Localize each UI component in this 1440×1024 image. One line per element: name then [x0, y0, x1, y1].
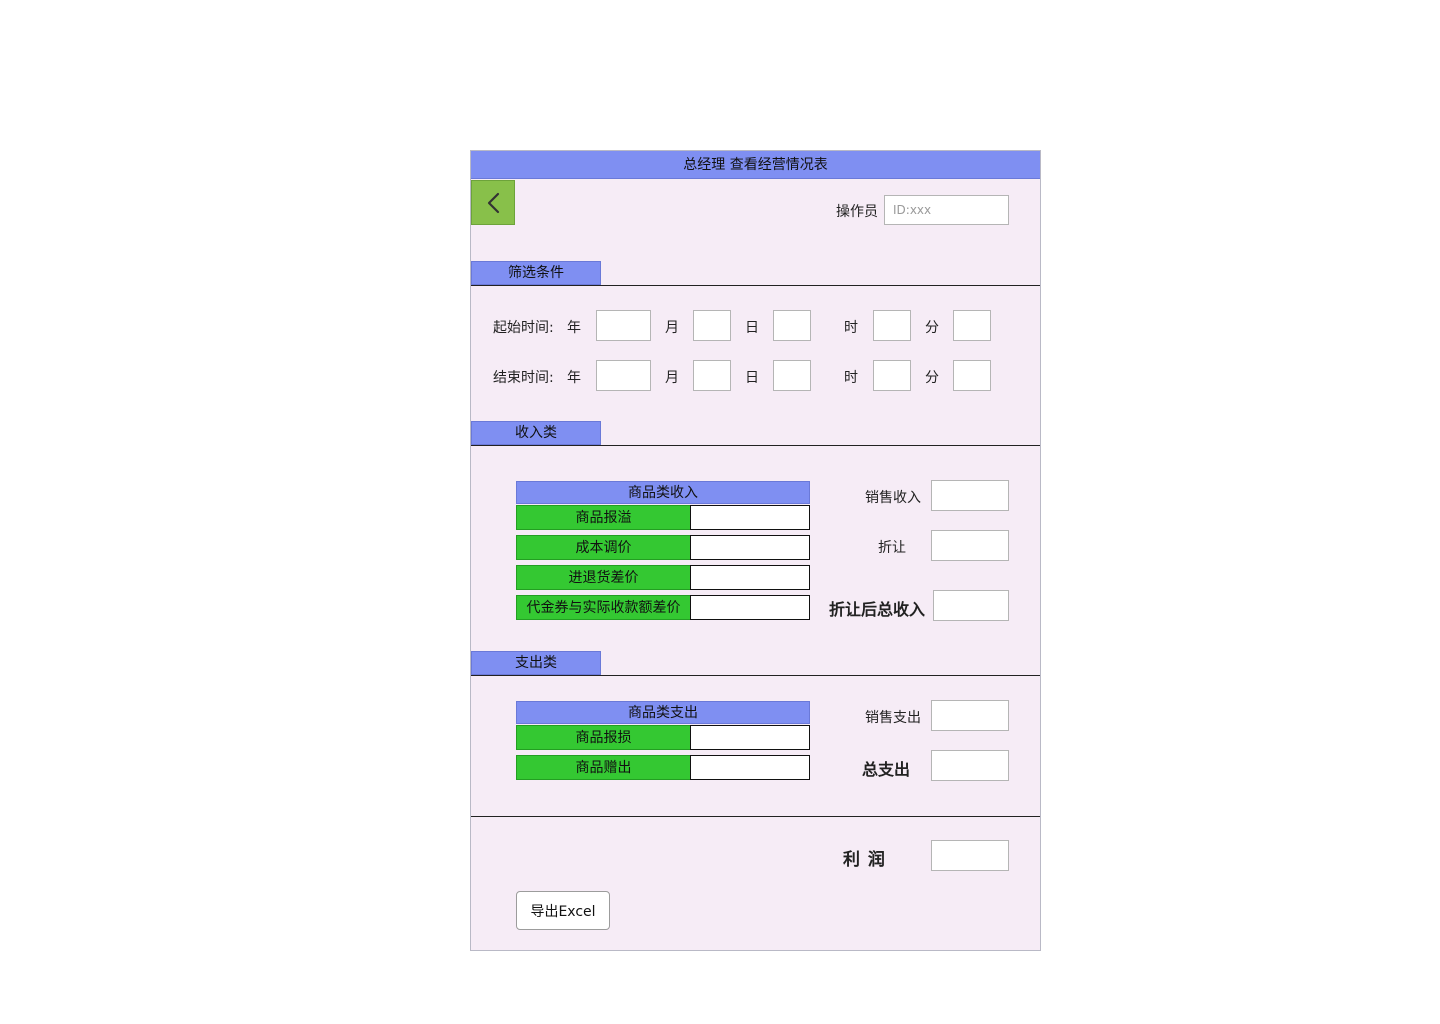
- start-time-label: 起始时间:: [493, 320, 554, 336]
- income-row-input-overflow[interactable]: [690, 505, 810, 530]
- end-minute-input[interactable]: [953, 360, 991, 391]
- end-month-input[interactable]: [693, 360, 731, 391]
- expense-row-label: 商品报损: [516, 725, 691, 750]
- expense-group-header: 商品类支出: [516, 701, 810, 724]
- profit-divider: [471, 816, 1040, 817]
- start-year-unit: 年: [567, 320, 581, 336]
- discount-label: 折让: [878, 540, 906, 556]
- end-year-unit: 年: [567, 370, 581, 386]
- start-minute-input[interactable]: [953, 310, 991, 341]
- total-after-discount-label: 折让后总收入: [829, 600, 926, 619]
- sales-expense-input[interactable]: [931, 700, 1009, 731]
- total-expense-input[interactable]: [931, 750, 1009, 781]
- sales-expense-label: 销售支出: [865, 710, 921, 726]
- end-month-unit: 月: [665, 370, 679, 386]
- start-day-unit: 日: [745, 320, 759, 336]
- discount-input[interactable]: [931, 530, 1009, 561]
- expense-row-input-loss[interactable]: [690, 725, 810, 750]
- end-hour-unit: 时: [844, 370, 858, 386]
- expense-row-input-gift[interactable]: [690, 755, 810, 780]
- expense-row-label: 商品赠出: [516, 755, 691, 780]
- start-hour-unit: 时: [844, 320, 858, 336]
- income-divider: [471, 445, 1040, 446]
- end-time-label: 结束时间:: [493, 370, 554, 386]
- filter-divider: [471, 285, 1040, 286]
- income-row-label: 成本调价: [516, 535, 691, 560]
- start-minute-unit: 分: [925, 320, 939, 336]
- profit-input[interactable]: [931, 840, 1009, 871]
- end-year-input[interactable]: [596, 360, 651, 391]
- start-month-unit: 月: [665, 320, 679, 336]
- end-day-input[interactable]: [773, 360, 811, 391]
- income-group-header: 商品类收入: [516, 481, 810, 504]
- expense-section-tab: 支出类: [471, 651, 601, 675]
- start-hour-input[interactable]: [873, 310, 911, 341]
- operator-label: 操作员: [836, 204, 878, 220]
- start-day-input[interactable]: [773, 310, 811, 341]
- operator-id-input[interactable]: [884, 195, 1009, 225]
- income-section-tab: 收入类: [471, 421, 601, 445]
- page-title: 总经理 查看经营情况表: [471, 151, 1040, 179]
- total-after-discount-input[interactable]: [933, 590, 1009, 621]
- back-button[interactable]: [471, 180, 515, 225]
- end-day-unit: 日: [745, 370, 759, 386]
- income-row-input-cost-adjust[interactable]: [690, 535, 810, 560]
- expense-divider: [471, 675, 1040, 676]
- income-row-input-return-diff[interactable]: [690, 565, 810, 590]
- start-year-input[interactable]: [596, 310, 651, 341]
- profit-label: 利 润: [843, 850, 886, 870]
- end-hour-input[interactable]: [873, 360, 911, 391]
- export-excel-button[interactable]: 导出Excel: [516, 891, 610, 930]
- start-month-input[interactable]: [693, 310, 731, 341]
- income-row-label: 进退货差价: [516, 565, 691, 590]
- total-expense-label: 总支出: [862, 760, 911, 779]
- income-row-input-voucher-diff[interactable]: [690, 595, 810, 620]
- chevron-left-icon: [487, 192, 500, 214]
- sales-income-input[interactable]: [931, 480, 1009, 511]
- sales-income-label: 销售收入: [865, 490, 921, 506]
- end-minute-unit: 分: [925, 370, 939, 386]
- income-row-label: 商品报溢: [516, 505, 691, 530]
- filter-section-tab: 筛选条件: [471, 261, 601, 285]
- income-row-label: 代金券与实际收款额差价: [516, 595, 691, 620]
